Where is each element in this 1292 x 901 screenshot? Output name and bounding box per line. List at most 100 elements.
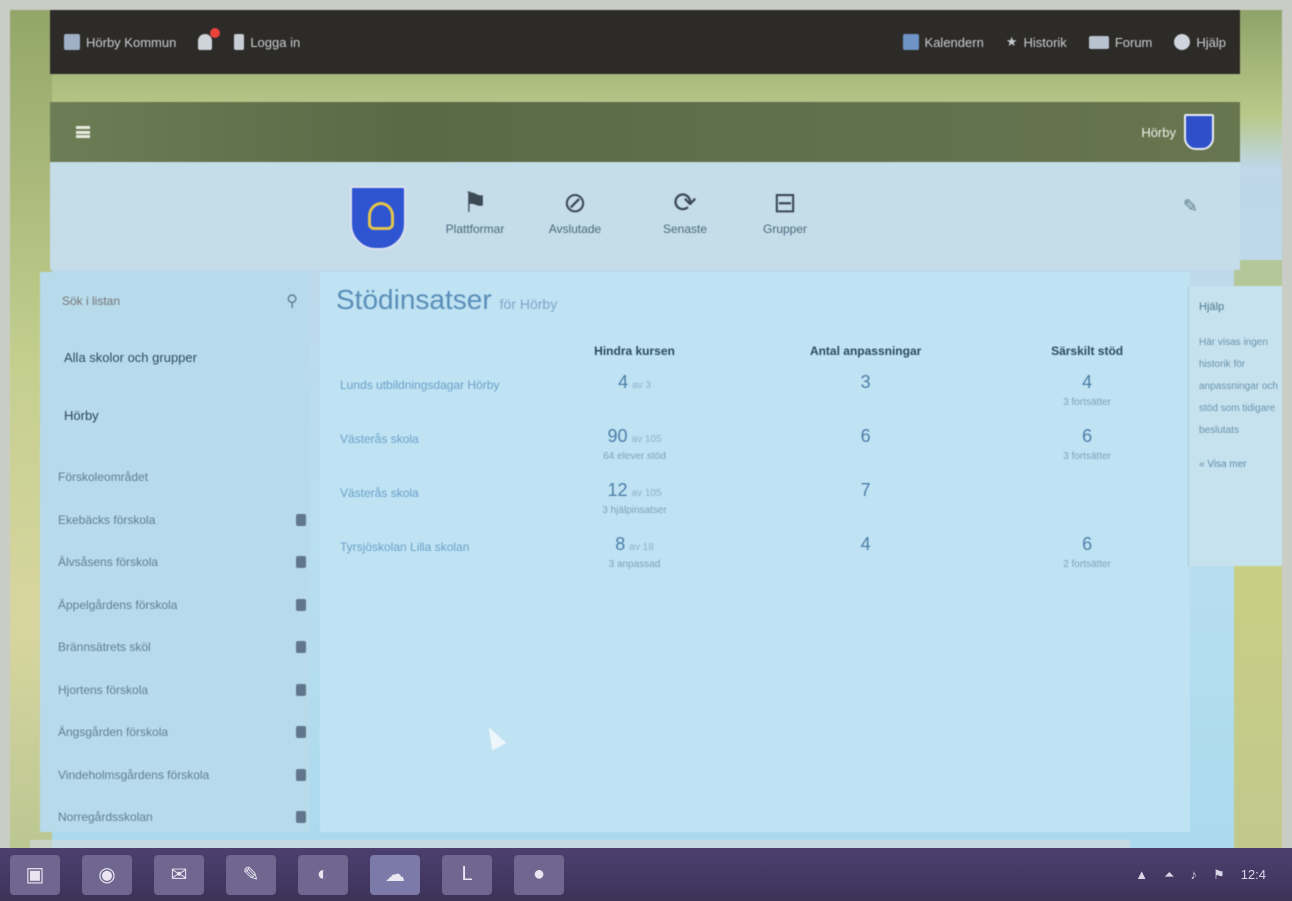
list-item[interactable]: Älvsåsens förskola — [58, 541, 306, 584]
cell[interactable]: 6 2 fortsätter — [998, 534, 1176, 588]
wrench-icon[interactable]: ✎ — [1183, 196, 1198, 217]
notifications-button[interactable] — [198, 28, 221, 50]
list-item-label: Vindeholmsgårdens förskola — [58, 767, 210, 782]
cell[interactable]: 8 av 18 3 anpassad — [536, 534, 733, 588]
tray-network-icon[interactable]: ⚑ — [1213, 867, 1225, 883]
site-link[interactable]: Hörby Kommun — [64, 34, 176, 50]
chat-icon — [1088, 35, 1109, 49]
cell[interactable]: 90 av 105 64 elever stöd — [536, 426, 733, 480]
column-header[interactable]: Antal anpassningar — [733, 344, 998, 372]
nav-grupper[interactable]: ⊟ Grupper — [740, 184, 830, 236]
list-item-label: Älvsåsens förskola — [58, 555, 159, 570]
list-item[interactable]: Ängsgården förskola — [58, 711, 306, 754]
document-icon[interactable] — [296, 556, 306, 569]
tray-volume-icon[interactable]: ♪ — [1191, 867, 1198, 883]
column-header — [336, 344, 536, 372]
list-item-label: Ängsgården förskola — [58, 725, 169, 740]
list-item-label: Norregårdsskolan — [58, 810, 153, 825]
notification-badge — [210, 28, 221, 38]
column-header[interactable]: Hindra kursen — [536, 344, 733, 372]
list-item[interactable]: Förskoleområdet — [58, 456, 306, 499]
main-content: Stödinsatser för Hörby Hindra kursen Anta… — [320, 272, 1190, 832]
calendar-icon — [902, 34, 919, 50]
login-label: Logga in — [250, 34, 301, 50]
taskbar-lync-icon[interactable]: L — [442, 854, 492, 895]
popover-more-link[interactable]: « Visa mer — [1199, 454, 1282, 476]
popover-text: Här visas ingen historik för anpassninga… — [1199, 337, 1278, 436]
row-name-link[interactable]: Lunds utbildningsdagar Hörby — [336, 372, 536, 426]
document-icon[interactable] — [296, 683, 306, 696]
row-name-link[interactable]: Tyrsjöskolan Lilla skolan — [336, 534, 536, 588]
list-item-label: Ekebäcks förskola — [58, 512, 156, 527]
site-name: Hörby Kommun — [86, 34, 177, 50]
cell-small: av 18 — [629, 542, 654, 553]
tray-clock[interactable]: 12:4 — [1241, 867, 1266, 883]
cell[interactable]: 4 3 fortsätter — [998, 372, 1176, 426]
document-icon[interactable] — [296, 513, 306, 526]
site-icon — [64, 34, 80, 50]
photographed-screen: Hörby Kommun Logga in Kalendern ★ Histor… — [10, 10, 1282, 888]
header-band: Hörby — [50, 102, 1240, 162]
cell-note: 3 anpassad — [608, 559, 661, 570]
list-item-label: Förskoleområdet — [58, 470, 149, 485]
cell[interactable]: 4 — [733, 534, 998, 588]
calendar-link[interactable]: Kalendern — [902, 34, 984, 50]
row-name-link[interactable]: Västerås skola — [336, 426, 536, 480]
refresh-icon: ⟳ — [673, 187, 697, 218]
tray-flag-icon[interactable]: ⏶ — [1164, 867, 1174, 883]
taskbar-chrome-icon[interactable]: ◐ — [298, 854, 348, 895]
document-icon[interactable] — [296, 726, 306, 739]
admin-topbar: Hörby Kommun Logga in Kalendern ★ Histor… — [50, 10, 1240, 74]
nav-label: Senaste — [662, 222, 708, 236]
list-item[interactable]: Norregårdsskolan — [58, 796, 306, 839]
taskbar-editor-icon[interactable]: ✎ — [226, 854, 276, 895]
table-row: Västerås skola 90 av 105 64 elever stöd 6 … — [336, 426, 1176, 480]
list-item[interactable]: Hjortens förskola — [58, 669, 306, 712]
list-item[interactable]: Äppelgårdens förskola — [58, 584, 306, 627]
nav-plattformar[interactable]: ⚑ Plattformar — [430, 184, 520, 236]
bell-icon — [198, 28, 221, 50]
taskbar-mail-icon[interactable]: ✉ — [154, 854, 204, 895]
cell-note: 3 fortsätter — [1063, 451, 1111, 462]
user-avatar-shield[interactable] — [1184, 114, 1214, 150]
help-link[interactable]: Hjälp — [1174, 34, 1226, 50]
history-link[interactable]: ★ Historik — [1006, 34, 1067, 50]
table-row: Västerås skola 12 av 105 3 hjälpinsatser 7 — [336, 480, 1176, 534]
taskbar-app-icon[interactable]: ● — [514, 854, 564, 895]
nav-avslutade[interactable]: ⊘ Avslutade — [530, 184, 620, 236]
search-input[interactable] — [62, 288, 287, 314]
row-name-link[interactable]: Västerås skola — [336, 480, 536, 534]
column-header[interactable]: Särskilt stöd — [998, 344, 1176, 372]
taskbar-browser-icon[interactable]: ◉ — [82, 854, 132, 895]
sidebar-heading[interactable]: Alla skolor och grupper — [64, 350, 197, 365]
list-item[interactable]: Brännsätrets sköl — [58, 626, 306, 669]
cell[interactable] — [998, 480, 1176, 534]
cell-small: av 105 — [631, 434, 662, 445]
sidebar-subheading[interactable]: Hörby — [64, 408, 99, 423]
list-item[interactable]: Vindeholmsgårdens förskola — [58, 754, 306, 797]
nav-senaste[interactable]: ⟳ Senaste — [640, 184, 730, 236]
taskbar-start-icon[interactable]: ▣ — [10, 854, 60, 895]
flag-icon: ⚑ — [462, 187, 488, 218]
cell[interactable]: 6 — [733, 426, 998, 480]
cell-note: 64 elever stöd — [603, 451, 666, 462]
cell[interactable]: 3 — [733, 372, 998, 426]
cell[interactable]: 4 av 3 — [536, 372, 733, 426]
taskbar-cloud-icon[interactable]: ☁ — [370, 854, 420, 895]
forum-link[interactable]: Forum — [1088, 35, 1152, 50]
document-icon[interactable] — [296, 641, 306, 654]
cell[interactable]: 7 — [733, 480, 998, 534]
document-icon[interactable] — [296, 598, 306, 611]
user-name[interactable]: Hörby — [1141, 125, 1176, 140]
list-item[interactable]: Ekebäcks förskola — [58, 499, 306, 542]
page-title: Stödinsatser för Hörby — [336, 284, 557, 316]
cell[interactable]: 12 av 105 3 hjälpinsatser — [536, 480, 733, 534]
login-link[interactable]: Logga in — [234, 34, 300, 50]
cell[interactable]: 6 3 fortsätter — [998, 426, 1176, 480]
document-icon[interactable] — [296, 768, 306, 781]
document-icon[interactable] — [296, 811, 306, 824]
hamburger-menu-icon[interactable] — [76, 126, 90, 138]
search-icon[interactable]: ⚲ — [286, 291, 298, 311]
tray-arrow-icon[interactable]: ▲ — [1135, 867, 1148, 883]
cell-value: 90 — [607, 426, 628, 446]
